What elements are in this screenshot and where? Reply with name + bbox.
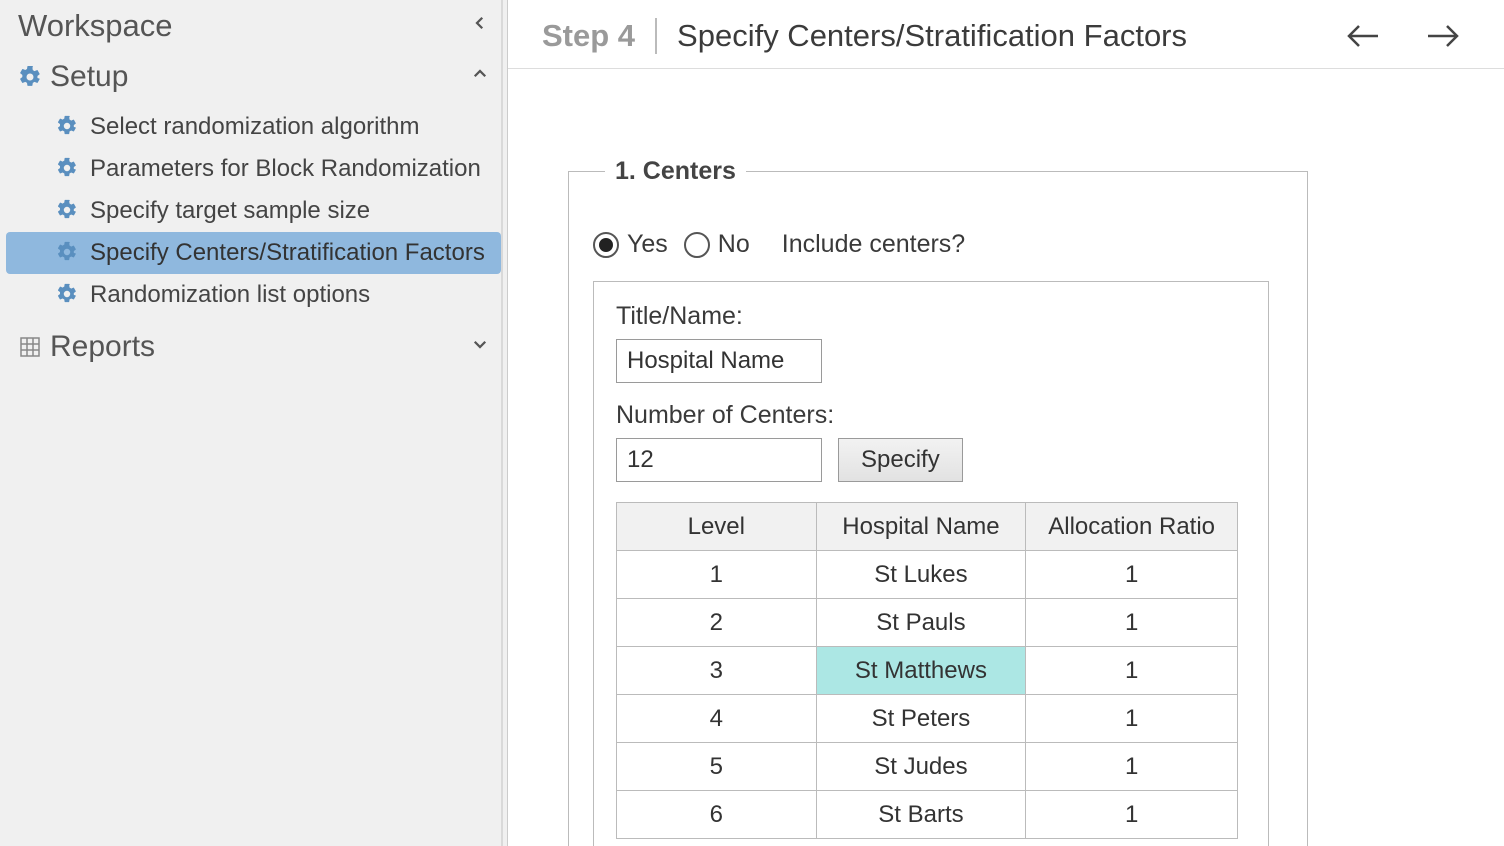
sidebar-item-label: Parameters for Block Randomization: [90, 155, 481, 183]
table-cell[interactable]: St Barts: [816, 791, 1026, 839]
table-row: 5St Judes1: [617, 743, 1238, 791]
step-header: Step 4 Specify Centers/Stratification Fa…: [508, 0, 1504, 69]
table-cell[interactable]: 1: [1026, 695, 1238, 743]
table-header[interactable]: Level: [617, 503, 817, 551]
table-header[interactable]: Allocation Ratio: [1026, 503, 1238, 551]
table-cell[interactable]: St Pauls: [816, 599, 1026, 647]
table-cell[interactable]: St Peters: [816, 695, 1026, 743]
gear-icon: [56, 283, 80, 307]
sidebar-item-label: Select randomization algorithm: [90, 113, 420, 141]
prev-step-button[interactable]: [1346, 23, 1380, 49]
tree-section-label: Setup: [50, 60, 128, 94]
table-row: 6St Barts1: [617, 791, 1238, 839]
main-panel: Step 4 Specify Centers/Stratification Fa…: [508, 0, 1504, 846]
sidebar-item[interactable]: Specify Centers/Stratification Factors: [6, 232, 501, 274]
centers-details-box: Title/Name: Hospital Name Number of Cent…: [593, 281, 1269, 846]
table-cell[interactable]: 1: [1026, 791, 1238, 839]
gear-icon: [56, 199, 80, 223]
workspace-sidebar: Workspace Setup Select randomization alg…: [0, 0, 508, 846]
tree-section-setup[interactable]: Setup: [0, 54, 507, 106]
sidebar-item[interactable]: Parameters for Block Randomization: [6, 148, 501, 190]
tree-section-label: Reports: [50, 330, 155, 364]
gear-icon: [56, 115, 80, 139]
next-step-button[interactable]: [1426, 23, 1460, 49]
table-row: 3St Matthews1: [617, 647, 1238, 695]
table-cell[interactable]: St Matthews: [816, 647, 1026, 695]
table-header[interactable]: Hospital Name: [816, 503, 1026, 551]
include-centers-label: Include centers?: [782, 230, 965, 259]
sidebar-item[interactable]: Select randomization algorithm: [6, 106, 501, 148]
collapse-sidebar-icon[interactable]: [471, 14, 489, 38]
step-title: Specify Centers/Stratification Factors: [657, 18, 1187, 54]
sidebar-item-label: Specify target sample size: [90, 197, 370, 225]
table-cell[interactable]: 1: [617, 551, 817, 599]
include-centers-yes-radio[interactable]: Yes: [593, 230, 668, 259]
centers-table: LevelHospital NameAllocation Ratio 1St L…: [616, 502, 1238, 839]
sidebar-item-label: Randomization list options: [90, 281, 370, 309]
include-centers-no-radio[interactable]: No: [684, 230, 750, 259]
centers-legend: 1. Centers: [605, 157, 746, 186]
sidebar-divider: [501, 0, 503, 846]
gear-icon: [18, 65, 42, 89]
radio-label: No: [718, 230, 750, 259]
table-cell[interactable]: St Judes: [816, 743, 1026, 791]
num-centers-label: Number of Centers:: [616, 401, 1246, 430]
grid-icon: [18, 335, 42, 359]
sidebar-item[interactable]: Randomization list options: [6, 274, 501, 316]
table-cell[interactable]: 1: [1026, 647, 1238, 695]
step-number: Step 4: [542, 18, 657, 54]
table-cell[interactable]: 2: [617, 599, 817, 647]
centers-fieldset: 1. Centers Yes No Include centers? Title…: [568, 157, 1308, 846]
table-row: 4St Peters1: [617, 695, 1238, 743]
workspace-title: Workspace: [18, 8, 173, 44]
table-row: 1St Lukes1: [617, 551, 1238, 599]
title-name-input[interactable]: Hospital Name: [616, 339, 822, 383]
table-cell[interactable]: 1: [1026, 599, 1238, 647]
sidebar-item-label: Specify Centers/Stratification Factors: [90, 239, 485, 267]
gear-icon: [56, 241, 80, 265]
chevron-down-icon: [471, 335, 489, 359]
table-cell[interactable]: 6: [617, 791, 817, 839]
table-cell[interactable]: 5: [617, 743, 817, 791]
title-name-label: Title/Name:: [616, 302, 1246, 331]
chevron-up-icon: [471, 65, 489, 89]
setup-items: Select randomization algorithm Parameters…: [0, 106, 507, 324]
table-cell[interactable]: 4: [617, 695, 817, 743]
specify-button[interactable]: Specify: [838, 438, 963, 482]
sidebar-item[interactable]: Specify target sample size: [6, 190, 501, 232]
radio-label: Yes: [627, 230, 668, 259]
tree-section-reports[interactable]: Reports: [0, 324, 507, 376]
table-cell[interactable]: St Lukes: [816, 551, 1026, 599]
table-row: 2St Pauls1: [617, 599, 1238, 647]
table-cell[interactable]: 1: [1026, 551, 1238, 599]
table-cell[interactable]: 1: [1026, 743, 1238, 791]
gear-icon: [56, 157, 80, 181]
table-cell[interactable]: 3: [617, 647, 817, 695]
num-centers-input[interactable]: 12: [616, 438, 822, 482]
